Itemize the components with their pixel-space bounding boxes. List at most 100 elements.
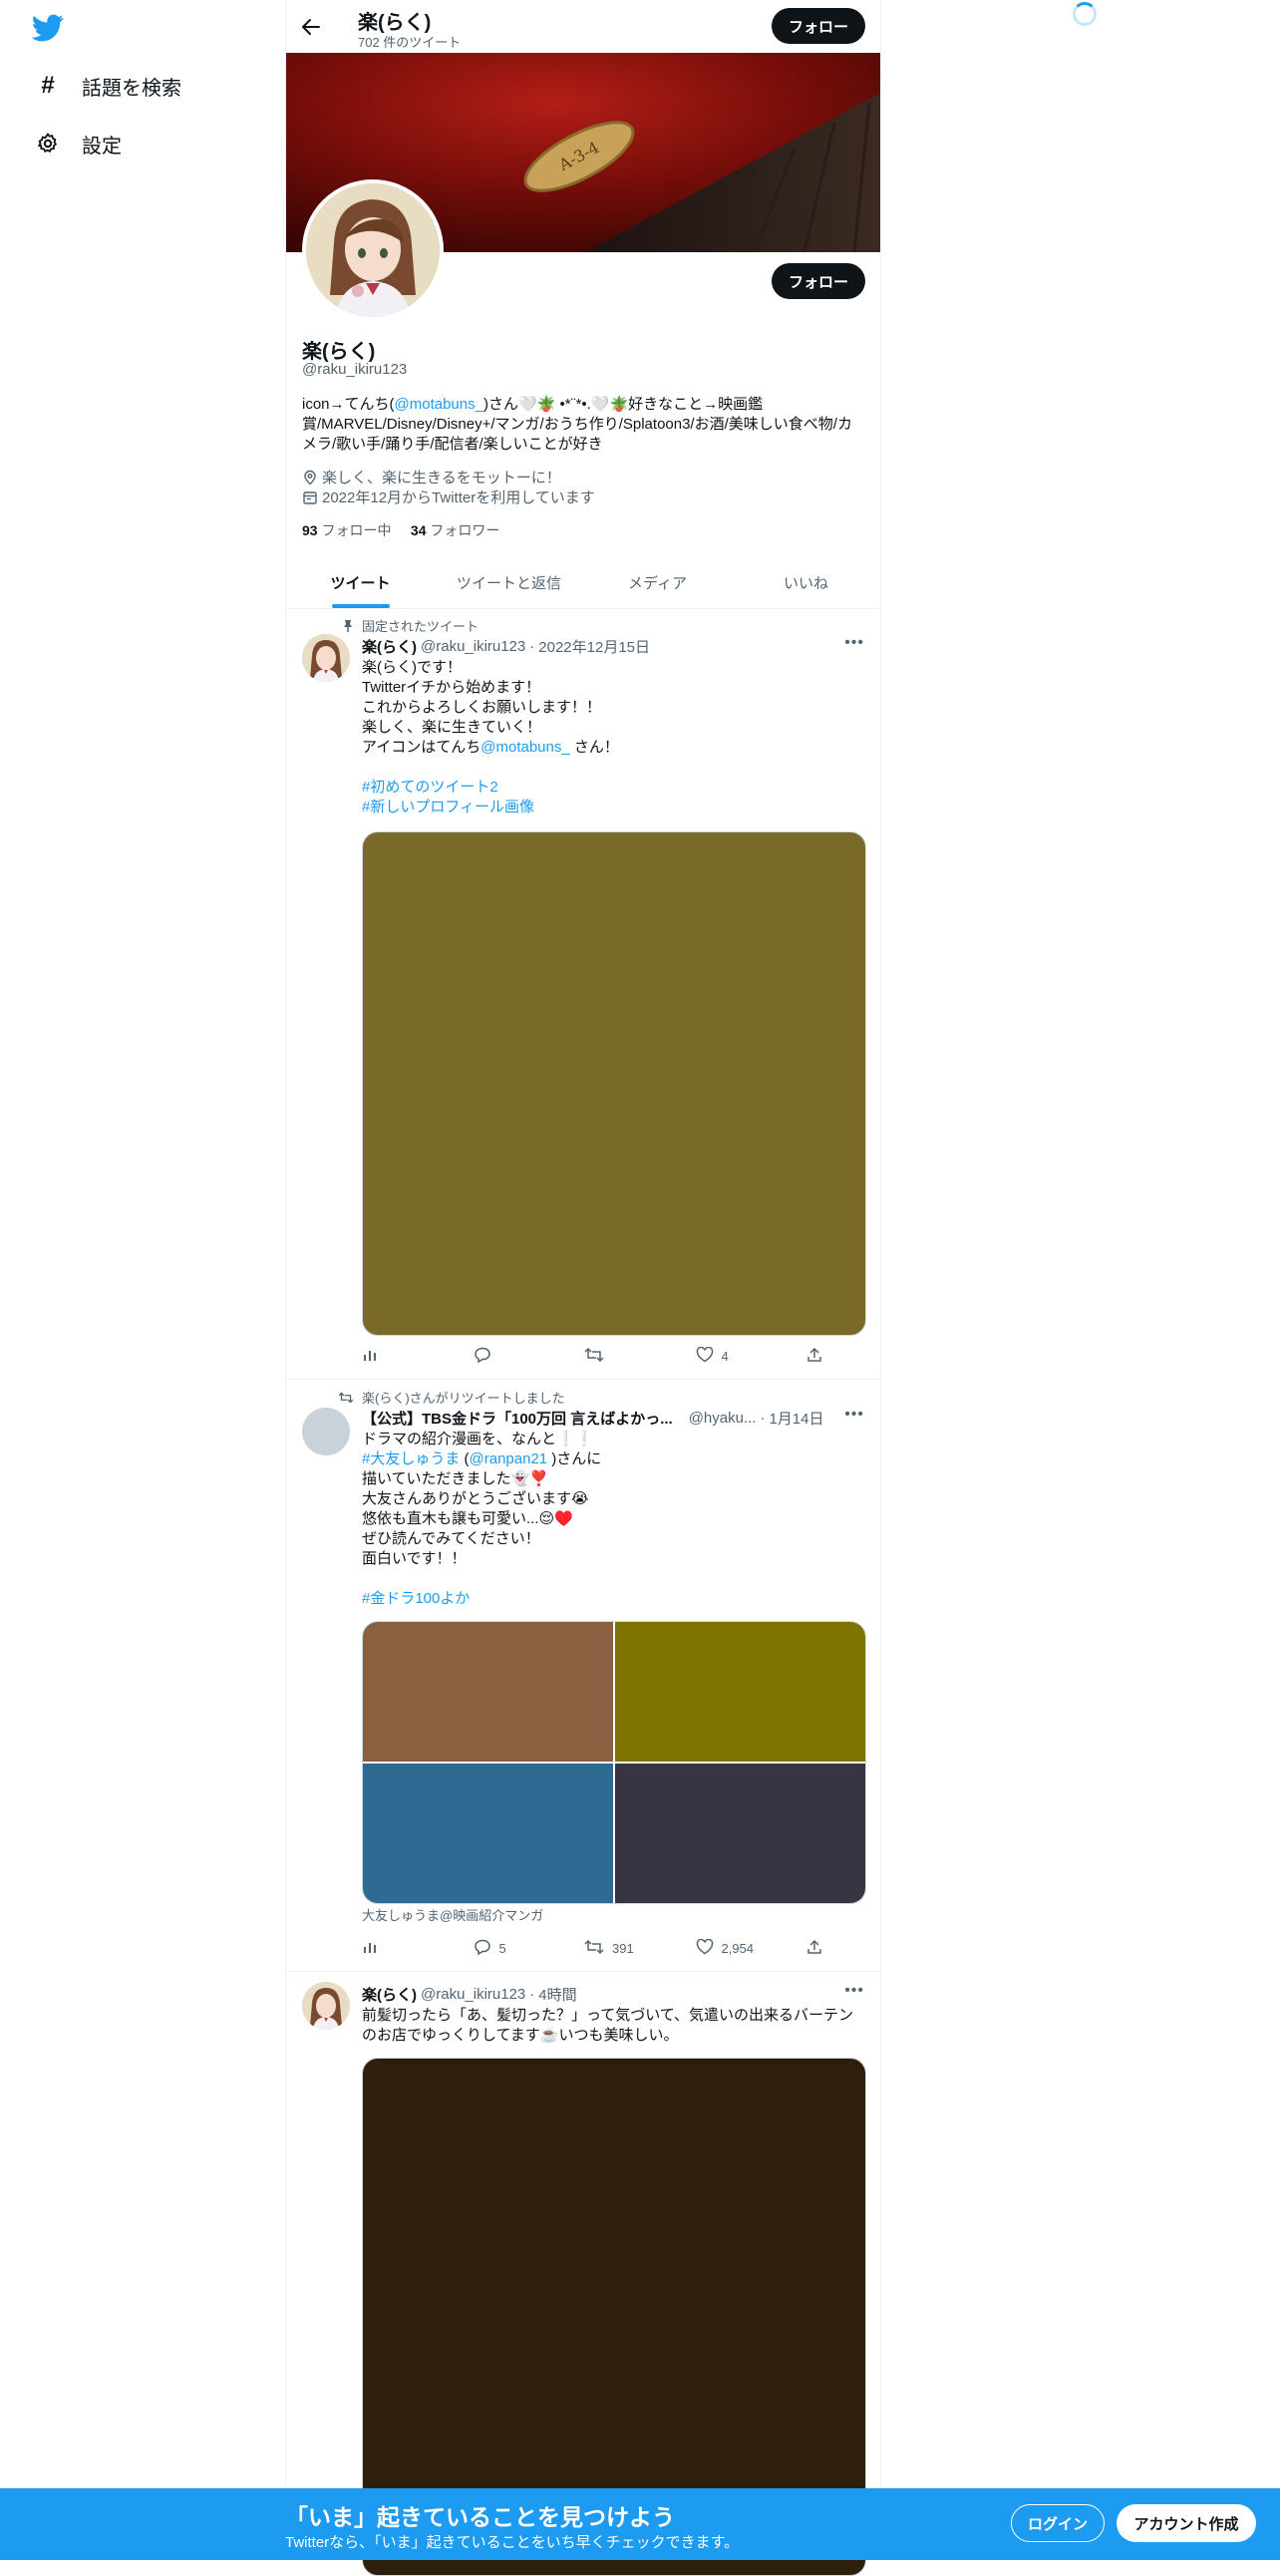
followers-count: 34: [410, 522, 427, 538]
tweet-header: 【公式】TBS金ドラ「100万回 言えばよかっ... @hyaku... · 1…: [362, 1408, 824, 1429]
tweet-media-image[interactable]: [363, 1764, 613, 1903]
more-options-icon[interactable]: •••: [844, 634, 864, 652]
tweet-media-image[interactable]: [362, 831, 866, 1336]
profile-name: 楽(らく): [302, 341, 376, 363]
profile-follow-button[interactable]: フォロー: [772, 263, 865, 299]
tab-tweets[interactable]: ツイート: [286, 556, 435, 608]
tweet-latest[interactable]: 楽(らく) @raku_ikiru123 · 4時間 ••• 前髪切ったら「あ、…: [286, 1972, 880, 2576]
reply-button[interactable]: [474, 1347, 533, 1366]
tweet-avatar[interactable]: [302, 1408, 350, 1455]
tweet-hashtag-link[interactable]: #金ドラ100よか: [362, 1589, 866, 1609]
tweet-mention-link[interactable]: @motabuns_: [480, 739, 569, 756]
tweet-dot-separator: ·: [529, 638, 535, 655]
more-options-icon[interactable]: •••: [844, 1982, 864, 2000]
retweet-button[interactable]: 391: [584, 1939, 644, 1958]
following-label: フォロー中: [321, 522, 392, 538]
tweet-author-name[interactable]: 楽(らく): [362, 1984, 417, 2005]
tweet-media-grid: [362, 1621, 866, 1904]
reply-icon: [474, 1347, 491, 1366]
twitter-logo-icon[interactable]: [31, 14, 64, 42]
like-button[interactable]: 2,954: [696, 1938, 756, 1958]
tweet-date[interactable]: 4時間: [538, 1984, 576, 2005]
bio-text-start: icon→てんち(: [302, 396, 395, 413]
tweet-avatar[interactable]: [302, 634, 350, 682]
tab-tweets-and-replies[interactable]: ツイートと返信: [435, 556, 583, 608]
more-options-icon[interactable]: •••: [844, 1406, 864, 1424]
profile-location: 楽しく、楽に生きるをモットーに！: [302, 467, 561, 487]
tweet-author-handle[interactable]: @hyaku...: [689, 1410, 757, 1427]
share-button[interactable]: [806, 1939, 866, 1958]
signup-bottom-bar: 「いま」起きていることを見つけよう Twitterなら、「いま」起きていることを…: [0, 2488, 1280, 2560]
left-nav: # 話題を検索 設定: [0, 0, 285, 2560]
bio-mention-link[interactable]: @motabuns_: [395, 396, 483, 413]
share-icon: [806, 1347, 822, 1366]
tweet-date[interactable]: 2022年12月15日: [538, 636, 650, 657]
tweet-dot-separator: ·: [529, 1986, 535, 2003]
nav-settings-label: 設定: [82, 135, 122, 158]
tweet-text-fragment: (: [460, 1450, 470, 1467]
tweet-hashtag-link[interactable]: #新しいプロフィール画像: [362, 798, 866, 817]
header-name: 楽(らく): [358, 12, 432, 34]
tweet-text: 楽(らく)です！ Twitterイチから始めます！ これからよろしくお願いします…: [362, 658, 866, 758]
header-tweet-count: 702 件のツイート: [358, 35, 462, 50]
tweet-author-handle[interactable]: @raku_ikiru123: [421, 638, 525, 655]
tweet-text: 前髪切ったら「あ、髪切った？」って気づいて、気遣いの出来るバーテンのお店でゆっく…: [362, 2007, 854, 2044]
signup-button[interactable]: アカウント作成: [1117, 2504, 1256, 2542]
tweet-avatar[interactable]: [302, 1982, 350, 2030]
tweet-pinned[interactable]: 固定されたツイート 楽(らく) @raku_ikiru123 · 2022年12…: [286, 610, 880, 1380]
tweet-author-name[interactable]: 【公式】TBS金ドラ「100万回 言えばよかっ...: [362, 1408, 673, 1429]
tweet-actions: 5 391 2,954: [362, 1938, 866, 1958]
calendar-icon: [302, 489, 318, 505]
tweet-media-image[interactable]: [363, 1622, 613, 1762]
profile-tabs: ツイート ツイートと返信 メディア いいね: [286, 556, 880, 609]
header-follow-button[interactable]: フォロー: [772, 8, 865, 44]
loading-spinner-icon: [1073, 2, 1097, 26]
profile-joined: 2022年12月からTwitterを利用しています: [302, 486, 595, 507]
tweet-date[interactable]: 1月14日: [769, 1408, 823, 1429]
nav-explore[interactable]: # 話題を検索: [34, 66, 181, 106]
retweet-icon: [584, 1939, 604, 1958]
tweet-media-image[interactable]: [615, 1622, 865, 1762]
login-button[interactable]: ログイン: [1011, 2504, 1105, 2542]
tweet-context-text: 楽(らく)さんがリツイートしました: [362, 1391, 565, 1406]
tweet-header: 楽(らく) @raku_ikiru123 · 2022年12月15日: [362, 636, 650, 657]
bottom-bar-subtitle: Twitterなら、「いま」起きていることをいち早くチェックできます。: [285, 2534, 740, 2551]
tweet-media-image[interactable]: [615, 1764, 865, 1903]
analytics-button[interactable]: [362, 1939, 422, 1958]
tweet-text-line2: #大友しゅうま (@ranpan21 )さんに: [362, 1449, 866, 1469]
reply-count: 5: [498, 1940, 506, 1956]
tweet-retweet[interactable]: 楽(らく)さんがリツイートしました 【公式】TBS金ドラ「100万回 言えばよか…: [286, 1380, 880, 1972]
retweet-button[interactable]: [584, 1347, 644, 1366]
tab-media[interactable]: メディア: [583, 556, 732, 608]
tweet-text-line1: ドラマの紹介漫画を、なんと❕❕: [362, 1431, 594, 1448]
profile-header-bar: 楽(らく) 702 件のツイート フォロー: [286, 0, 880, 53]
tweet-hashtag-link[interactable]: #大友しゅうま: [362, 1450, 460, 1467]
tweet-author-name[interactable]: 楽(らく): [362, 636, 417, 657]
tweet-text-end: さん！: [569, 739, 619, 756]
like-button[interactable]: 4: [696, 1346, 756, 1366]
tweet-author-handle[interactable]: @raku_ikiru123: [421, 1986, 525, 2003]
location-text: 楽しく、楽に生きるをモットーに！: [322, 470, 561, 486]
media-caption: 大友しゅうま@映画紹介マンガ: [362, 1908, 544, 1923]
analytics-icon: [362, 1347, 378, 1366]
nav-settings[interactable]: 設定: [34, 124, 122, 163]
reply-icon: [474, 1939, 491, 1958]
like-count: 4: [721, 1348, 729, 1364]
share-icon: [806, 1939, 822, 1958]
reply-button[interactable]: 5: [474, 1939, 533, 1958]
tweet-hashtag-link[interactable]: #初めてのツイート2: [362, 778, 866, 798]
retweet-icon: [584, 1347, 604, 1366]
tab-likes[interactable]: いいね: [732, 556, 880, 608]
profile-column: 楽(らく) 702 件のツイート フォロー A-3-4 フォロー 楽(らく) @…: [285, 0, 881, 2576]
back-arrow-icon[interactable]: [298, 14, 324, 40]
tweet-header: 楽(らく) @raku_ikiru123 · 4時間: [362, 1984, 577, 2005]
share-button[interactable]: [806, 1347, 866, 1366]
tweet-mention-link[interactable]: @ranpan21: [470, 1450, 548, 1467]
analytics-button[interactable]: [362, 1347, 422, 1366]
following-link[interactable]: 93 フォロー中: [302, 522, 391, 538]
pin-icon: [334, 619, 354, 633]
profile-avatar[interactable]: [302, 179, 444, 321]
followers-link[interactable]: 34 フォロワー: [411, 522, 499, 538]
heart-icon: [696, 1346, 714, 1366]
retweet-count: 391: [612, 1940, 634, 1956]
